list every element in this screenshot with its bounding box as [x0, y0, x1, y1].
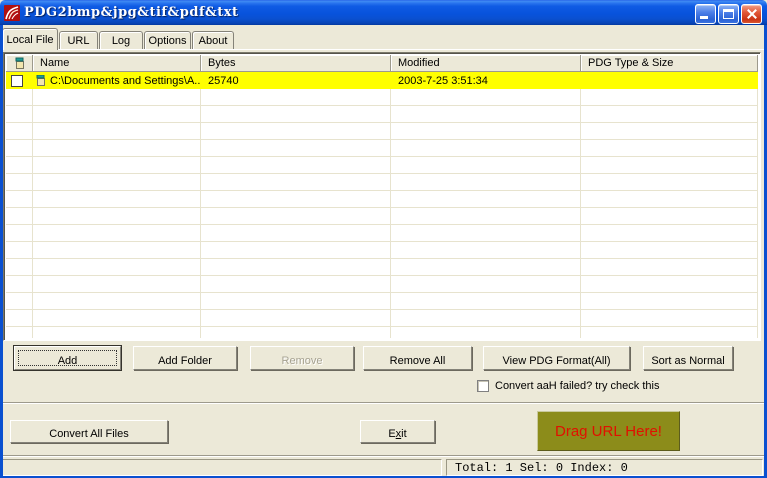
- app-logo-icon: [4, 5, 20, 21]
- convert-failed-checkbox[interactable]: [477, 380, 489, 392]
- tab-url[interactable]: URL: [59, 31, 98, 50]
- file-icon: [14, 57, 26, 70]
- grid-rows: [6, 89, 758, 338]
- add-button[interactable]: Add: [14, 346, 121, 370]
- tab-options[interactable]: Options: [144, 31, 191, 50]
- list-empty-row: [6, 174, 758, 191]
- view-pdg-format-button[interactable]: View PDG Format(All): [483, 346, 630, 370]
- sort-as-normal-button[interactable]: Sort as Normal: [643, 346, 733, 370]
- add-folder-button[interactable]: Add Folder: [133, 346, 237, 370]
- file-icon: [35, 75, 47, 87]
- list-empty-row: [6, 106, 758, 123]
- list-empty-row: [6, 191, 758, 208]
- tab-about[interactable]: About: [192, 31, 234, 50]
- row-bytes: 25740: [201, 75, 391, 87]
- window-title: PDG2bmp&jpg&tif&pdf&txt: [24, 5, 239, 20]
- file-row[interactable]: C:\Documents and Settings\A... 25740 200…: [6, 72, 758, 89]
- list-empty-row: [6, 157, 758, 174]
- list-empty-row: [6, 225, 758, 242]
- maximize-icon: [723, 9, 734, 19]
- column-header-bytes[interactable]: Bytes: [201, 55, 391, 72]
- list-empty-row: [6, 208, 758, 225]
- drag-url-label: Drag URL Here!: [555, 423, 662, 440]
- remove-all-button[interactable]: Remove All: [363, 346, 472, 370]
- list-empty-row: [6, 276, 758, 293]
- exit-button[interactable]: Exit: [360, 420, 435, 443]
- convert-failed-option[interactable]: Convert aaH failed? try check this: [477, 380, 659, 392]
- list-empty-row: [6, 259, 758, 276]
- row-modified: 2003-7-25 3:51:34: [391, 75, 581, 87]
- status-bar: Total: 1 Sel: 0 Index: 0: [0, 455, 767, 478]
- list-empty-row: [6, 123, 758, 140]
- close-button[interactable]: [741, 4, 762, 24]
- column-header-name[interactable]: Name: [33, 55, 201, 72]
- convert-all-files-button[interactable]: Convert All Files: [10, 420, 168, 443]
- convert-failed-label: Convert aaH failed? try check this: [495, 380, 659, 392]
- row-checkbox[interactable]: [11, 75, 23, 87]
- section-separator: [0, 402, 767, 404]
- column-header-pdg-type[interactable]: PDG Type & Size: [581, 55, 758, 72]
- row-name: C:\Documents and Settings\A...: [50, 75, 201, 87]
- list-empty-row: [6, 327, 758, 338]
- list-header: Name Bytes Modified PDG Type & Size: [6, 55, 758, 72]
- column-header-icon[interactable]: [6, 55, 33, 72]
- remove-button: Remove: [250, 346, 354, 370]
- file-list: Name Bytes Modified PDG Type & Size C:\D…: [3, 52, 761, 341]
- drag-url-area[interactable]: Drag URL Here!: [537, 411, 680, 451]
- list-empty-row: [6, 293, 758, 310]
- list-empty-row: [6, 242, 758, 259]
- maximize-button[interactable]: [718, 4, 739, 24]
- tab-log[interactable]: Log: [99, 31, 143, 50]
- column-header-modified[interactable]: Modified: [391, 55, 581, 72]
- app-window: PDG2bmp&jpg&tif&pdf&txt Local File URL L…: [0, 0, 767, 478]
- minimize-button[interactable]: [695, 4, 716, 24]
- list-empty-row: [6, 140, 758, 157]
- window-controls: [695, 4, 762, 24]
- list-empty-row: [6, 310, 758, 327]
- tab-local-file[interactable]: Local File: [2, 28, 58, 50]
- minimize-icon: [700, 16, 708, 19]
- tabbar-baseline: [0, 49, 767, 50]
- status-panel-totals: Total: 1 Sel: 0 Index: 0: [446, 459, 763, 476]
- list-empty-row: [6, 89, 758, 106]
- titlebar[interactable]: PDG2bmp&jpg&tif&pdf&txt: [0, 0, 767, 25]
- status-panel-left: [2, 459, 442, 476]
